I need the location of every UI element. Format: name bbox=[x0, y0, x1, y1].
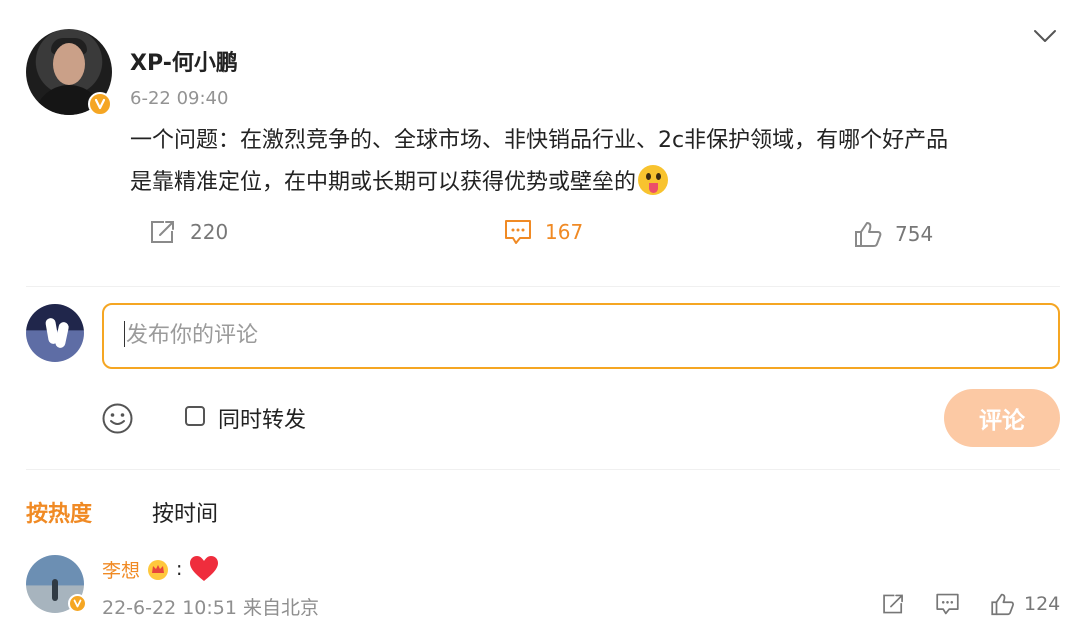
repost-checkbox-label[interactable]: 同时转发 bbox=[218, 402, 306, 434]
comment-icon bbox=[936, 593, 959, 615]
comment-icon bbox=[505, 220, 531, 244]
thumbs-up-icon bbox=[991, 593, 1014, 616]
divider bbox=[26, 286, 1060, 287]
repost-button[interactable]: 220 bbox=[148, 218, 228, 246]
post-content-text: 是靠精准定位，在中期或长期可以获得优势或壁垒的 bbox=[130, 170, 637, 195]
repost-count: 220 bbox=[190, 220, 229, 244]
avatar-figure bbox=[54, 321, 70, 349]
comment-user-row: 李想 : bbox=[102, 555, 220, 583]
like-count: 754 bbox=[895, 222, 934, 246]
comment-meta: 22-6-22 10:51 来自北京 bbox=[102, 597, 319, 619]
comment-count: 167 bbox=[545, 220, 584, 244]
author-name[interactable]: XP-何小鹏 bbox=[130, 45, 238, 77]
heart-icon bbox=[190, 556, 219, 581]
comment-button[interactable]: 167 bbox=[503, 218, 583, 246]
post-content-line-2: 是靠精准定位，在中期或长期可以获得优势或壁垒的 bbox=[130, 162, 1050, 204]
comment-separator: : bbox=[176, 558, 183, 580]
post-content: 一个问题：在激烈竞争的、全球市场、非快销品行业、2c非保护领域，有哪个好产品 是… bbox=[130, 120, 1050, 204]
emoji-button[interactable] bbox=[102, 403, 133, 434]
avatar-face bbox=[53, 43, 85, 85]
like-button[interactable]: 754 bbox=[853, 220, 933, 248]
avatar-figure bbox=[52, 579, 58, 601]
sort-by-hot-tab[interactable]: 按热度 bbox=[26, 496, 92, 528]
comment-repost-button[interactable] bbox=[880, 592, 907, 616]
post-menu-button[interactable] bbox=[1032, 26, 1058, 46]
comment-username[interactable]: 李想 bbox=[102, 556, 140, 583]
comment-like-count: 124 bbox=[1024, 593, 1061, 615]
comment-like-button[interactable]: 124 bbox=[989, 592, 1060, 616]
tongue-emoji-icon bbox=[638, 165, 669, 195]
post-content-line-1: 一个问题：在激烈竞争的、全球市场、非快销品行业、2c非保护领域，有哪个好产品 bbox=[130, 128, 949, 153]
chevron-down-icon bbox=[1034, 30, 1056, 42]
smile-icon bbox=[102, 403, 133, 434]
share-icon bbox=[151, 221, 174, 243]
comment-input[interactable]: 发布你的评论 bbox=[102, 303, 1060, 369]
thumbs-up-icon bbox=[855, 222, 882, 247]
verified-badge-icon bbox=[88, 92, 112, 116]
repost-checkbox[interactable] bbox=[185, 406, 205, 426]
crown-icon bbox=[148, 560, 169, 580]
verified-badge-icon bbox=[68, 594, 87, 613]
comment-input-placeholder: 发布你的评论 bbox=[126, 323, 259, 348]
current-user-avatar[interactable] bbox=[26, 304, 84, 362]
text-caret bbox=[124, 321, 125, 347]
share-icon bbox=[883, 594, 903, 614]
post-time[interactable]: 6-22 09:40 bbox=[130, 88, 228, 109]
comment-reply-button[interactable] bbox=[934, 592, 961, 616]
sort-by-time-tab[interactable]: 按时间 bbox=[152, 496, 218, 528]
submit-comment-button[interactable]: 评论 bbox=[944, 389, 1060, 447]
divider bbox=[26, 469, 1060, 470]
